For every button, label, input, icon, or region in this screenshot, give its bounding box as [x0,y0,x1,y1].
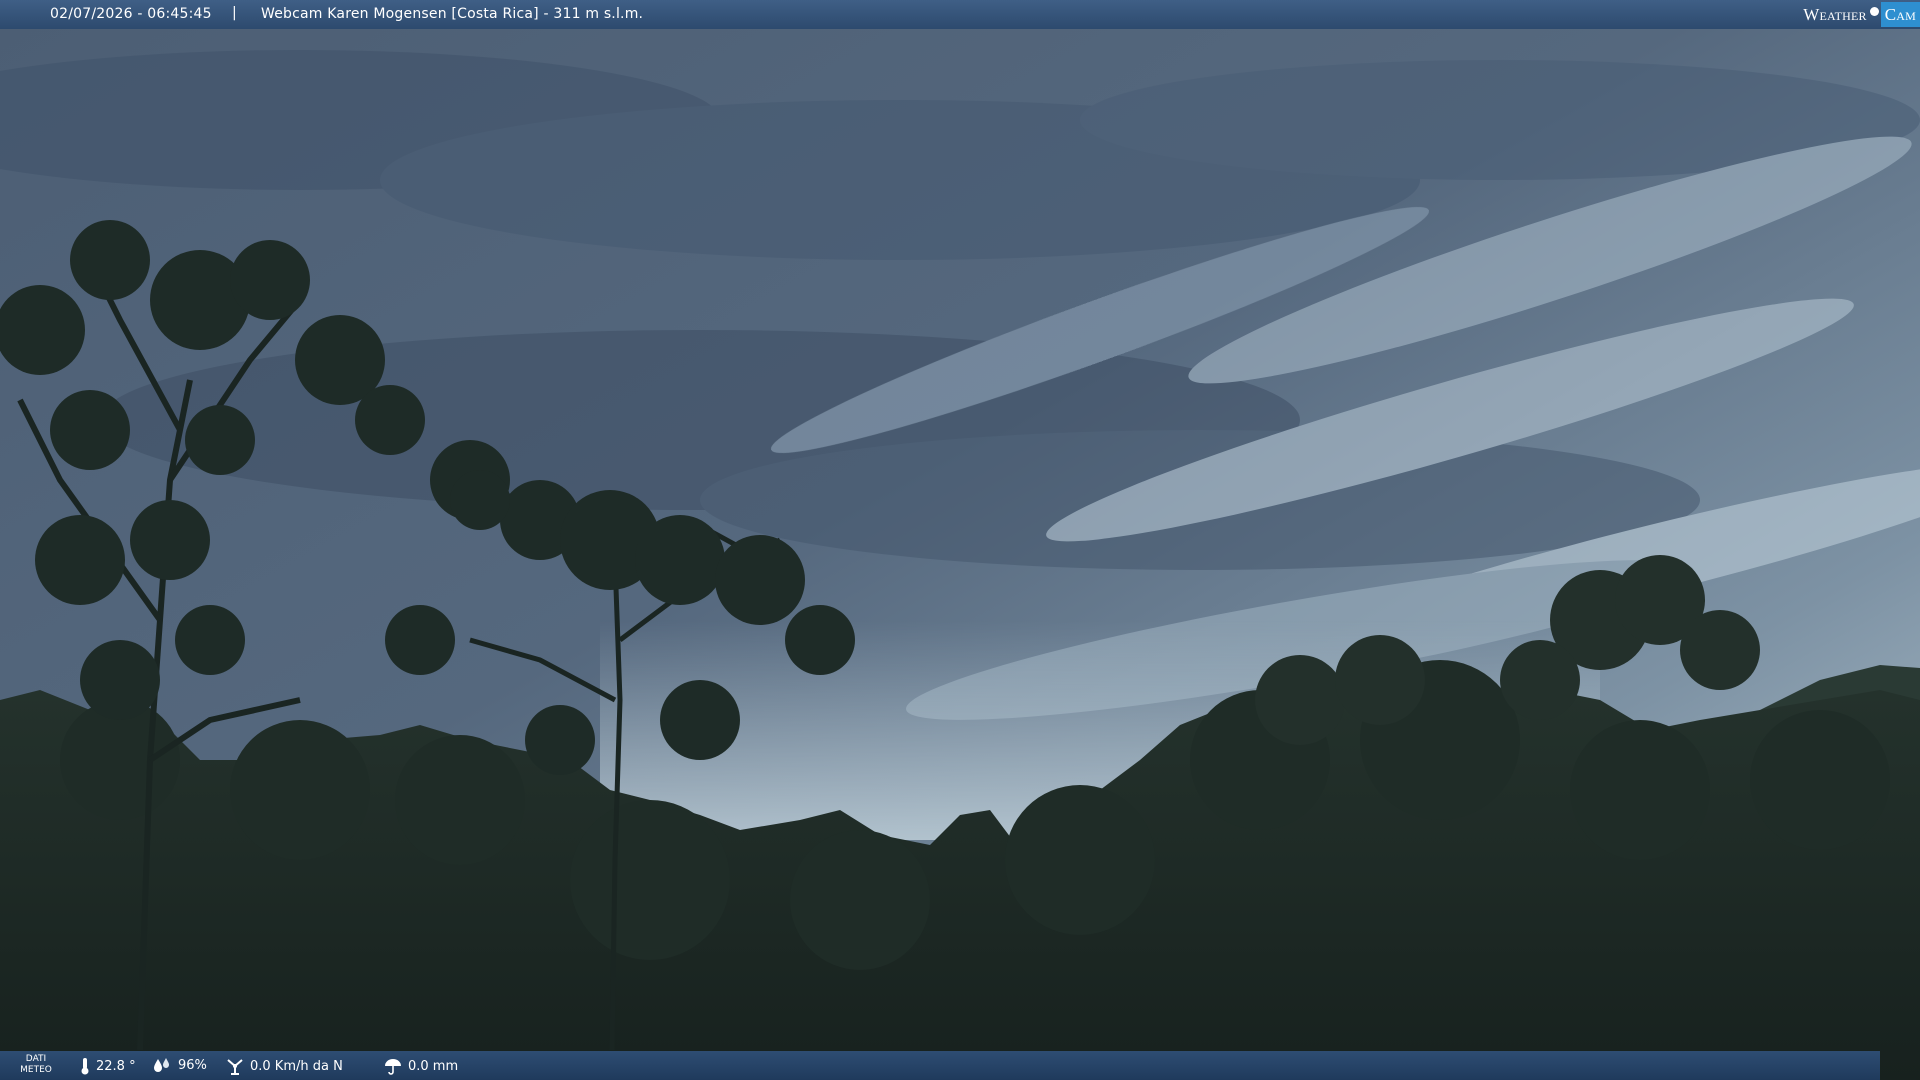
weather-data-label: DATI METEO [20,1054,52,1076]
thermometer-icon [81,1058,89,1075]
rain-reading: 0.0 mm [384,1057,458,1075]
humidity-value: 96% [178,1057,207,1073]
temperature-reading: 22.8 ° [80,1057,136,1075]
rain-value: 0.0 mm [408,1058,459,1074]
logo-weather-text: Weather [1803,4,1867,24]
webcam-title: Webcam Karen Mogensen [Costa Rica] - 311… [261,6,644,22]
wind-reading: 0.0 Km/h da N [226,1057,343,1075]
humidity-reading: 96% [152,1057,207,1073]
temperature-value: 22.8 ° [96,1058,136,1074]
umbrella-icon [385,1059,401,1075]
weather-data-label-line1: DATI [25,1054,47,1064]
logo-cam-text: Cam [1880,2,1920,27]
humidity-drops-icon [154,1058,169,1072]
weather-data-label-line2: METEO [20,1065,52,1075]
top-info-bar: 02/07/2026 - 06:45:45 | Webcam Karen Mog… [0,0,1920,29]
weathercam-logo[interactable]: Weather Cam [1803,0,1920,29]
timestamp: 02/07/2026 - 06:45:45 [50,6,212,22]
webcam-image [0,0,1920,1080]
wind-value: 0.0 Km/h da N [250,1058,343,1074]
webcam-frame: 02/07/2026 - 06:45:45 | Webcam Karen Mog… [0,0,1920,1080]
weather-data-bar: DATI METEO 22.8 ° 96% 0.0 Km/h da N 0.0 … [0,1051,1880,1080]
header-separator: | [232,5,237,21]
logo-dot-icon [1869,7,1879,16]
wind-vane-icon [227,1059,243,1075]
